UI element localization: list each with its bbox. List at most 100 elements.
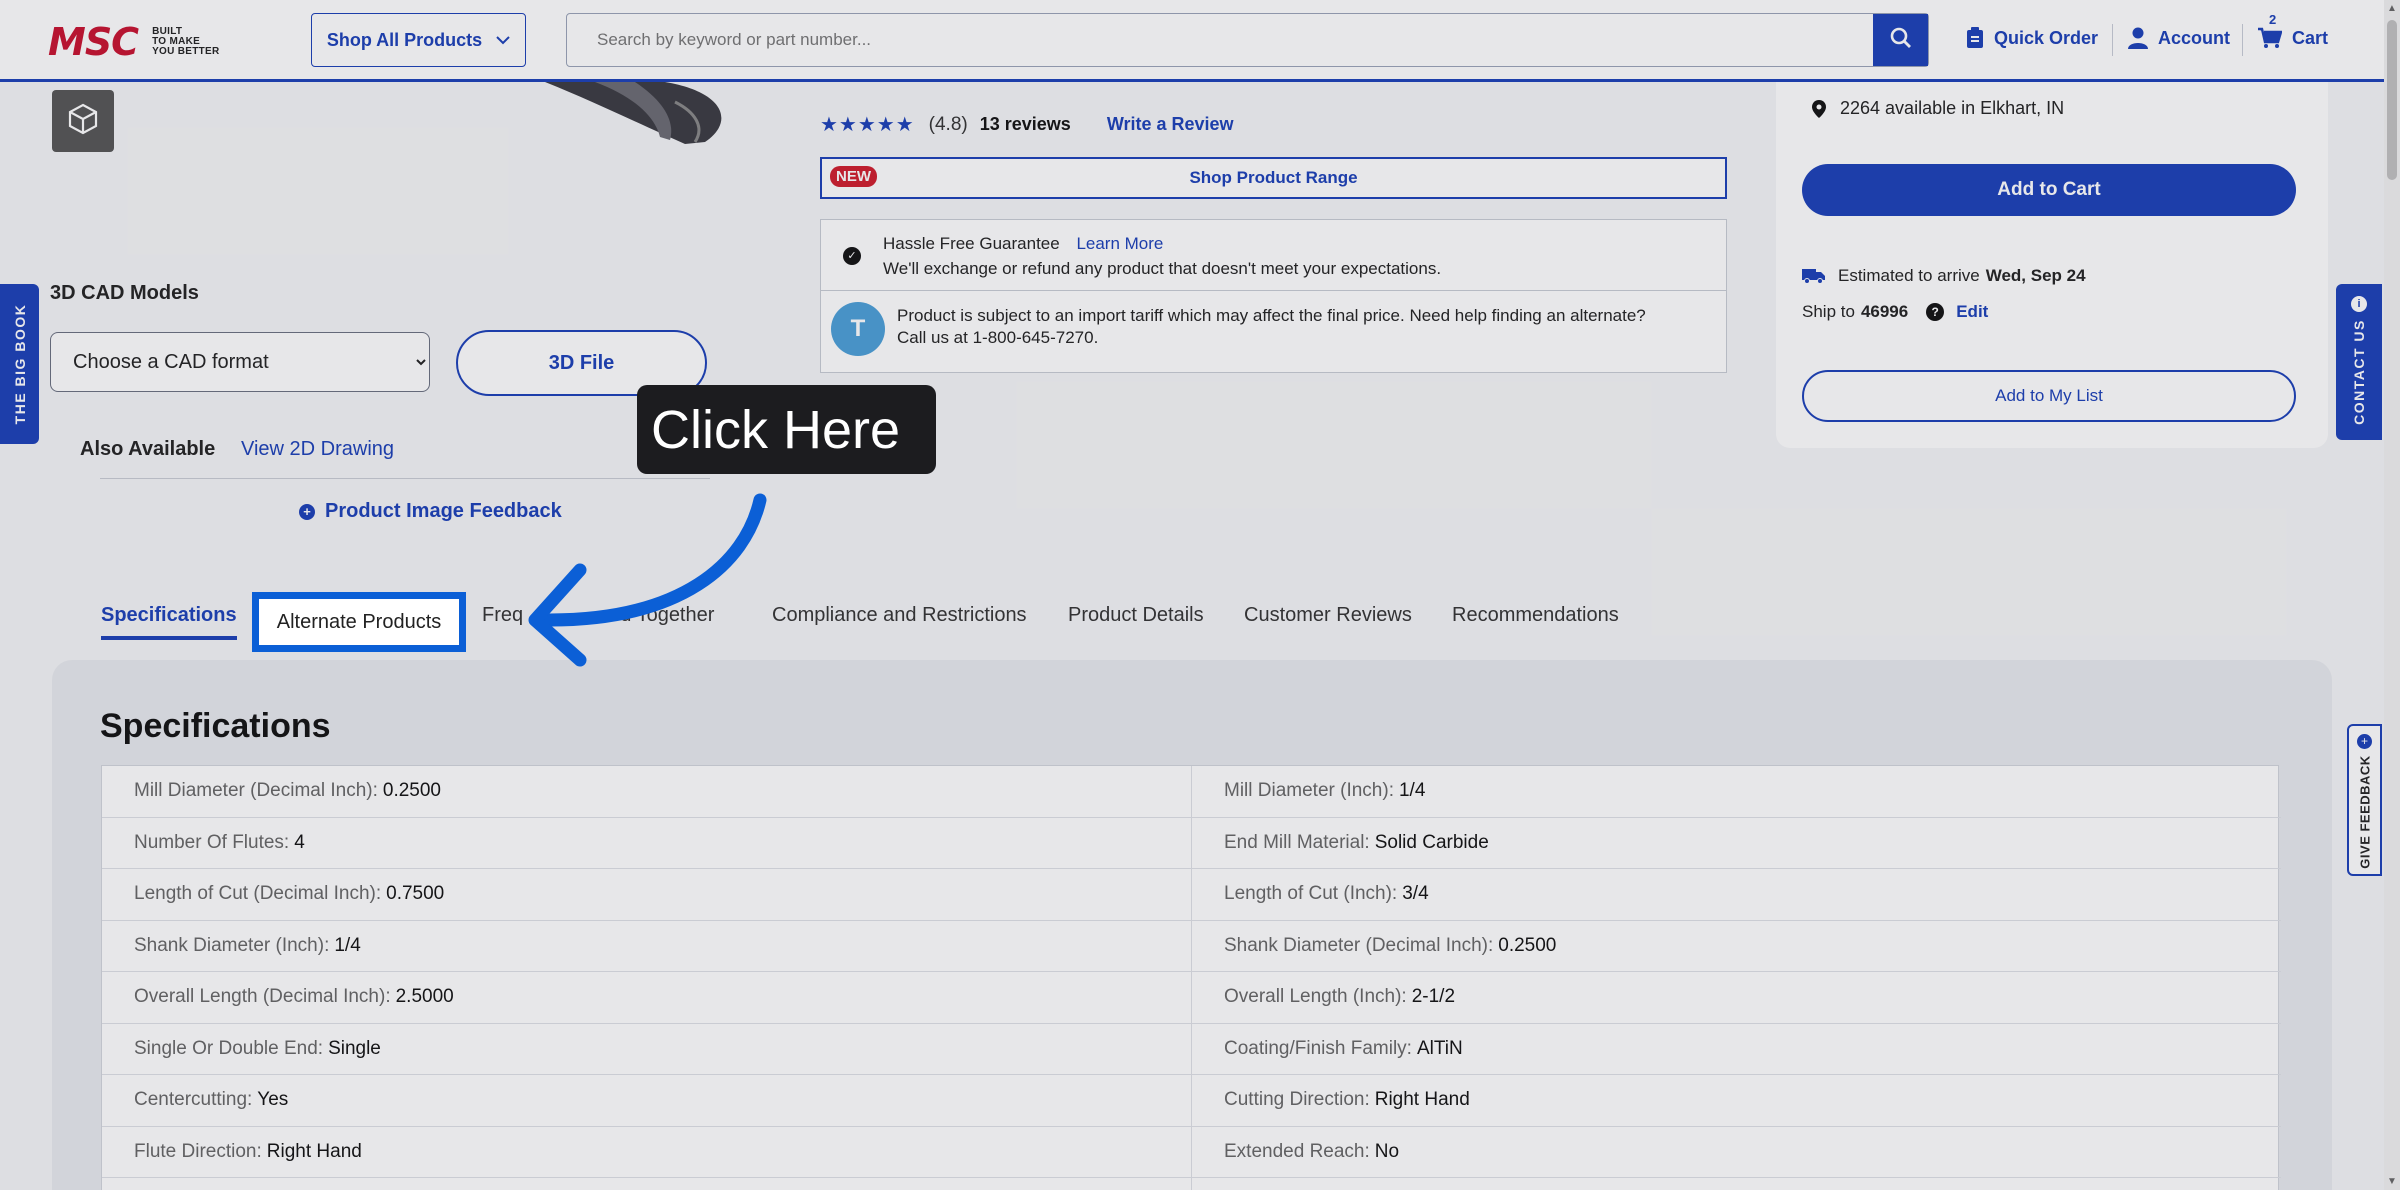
spec-label: End Mill Material: — [1224, 831, 1370, 853]
spec-label: Centercutting: — [134, 1089, 253, 1111]
plus-circle-icon: + — [299, 503, 315, 520]
specifications-table: Mill Diameter (Decimal Inch): 0.2500 Mill … — [101, 765, 2281, 1190]
spec-cell-right: Cutting Direction: Right Hand — [1192, 1075, 2281, 1127]
spec-cell-left: Number Of Flutes: 4 — [102, 818, 1191, 869]
spec-cell-left: Length of Cut (Decimal Inch): 0.7500 — [102, 869, 1191, 921]
guarantee-text: We'll exchange or refund any product tha… — [883, 259, 1442, 278]
spec-label: Length of Cut (Decimal Inch): — [134, 883, 382, 905]
spec-cell-right: Extended Reach: No — [1192, 1127, 2281, 1178]
spec-cell-left: Overall Length (Decimal Inch): 2.5000 — [102, 972, 1191, 1024]
spec-value: 0.2500 — [1498, 934, 1557, 956]
spec-label: Overall Length (Inch): — [1224, 986, 1407, 1008]
write-review-link[interactable]: Write a Review — [1107, 114, 1234, 135]
cube-icon — [67, 103, 99, 140]
spec-label: Mill Diameter (Decimal Inch): — [134, 780, 378, 802]
give-feedback-label: GIVE FEEDBACK — [2357, 755, 2372, 869]
spec-label: Shank Diameter (Inch): — [134, 934, 330, 956]
spec-label: Number Of Flutes: — [134, 831, 290, 853]
spec-label: Shank Diameter (Decimal Inch): — [1224, 934, 1494, 956]
spec-cell-left: Mill Diameter (Decimal Inch): 0.2500 — [102, 766, 1191, 818]
cart-count-badge: 2 — [2269, 12, 2277, 27]
spec-label: Length of Cut (Inch): — [1224, 883, 1398, 905]
header-divider — [2112, 24, 2113, 56]
ship-prefix: Ship to — [1802, 302, 1855, 321]
give-feedback-tab[interactable]: + GIVE FEEDBACK — [2347, 724, 2382, 876]
account-label: Account — [2158, 27, 2230, 48]
tariff-text-line-2: Call us at 1-800-645-7270. — [897, 328, 1099, 347]
spec-value: No — [1374, 1140, 1400, 1162]
spec-cell-right: End Mill Material: Solid Carbide — [1192, 818, 2281, 869]
add-to-cart-button[interactable]: Add to Cart — [1802, 164, 2296, 216]
cart-link[interactable]: Cart — [2258, 27, 2328, 49]
tab-customer-reviews[interactable]: Customer Reviews — [1244, 604, 1412, 627]
spec-value: 2-1/2 — [1411, 986, 1456, 1008]
cart-label: Cart — [2292, 27, 2329, 48]
chevron-down-icon — [496, 32, 510, 48]
3d-view-button[interactable] — [52, 90, 114, 152]
spec-label: Flute Direction: — [134, 1140, 262, 1162]
spec-cell-right: Overall Length (Inch): 2-1/2 — [1192, 972, 2281, 1024]
rating-summary: ★★★★★ (4.8) 13 reviews Write a Review — [820, 112, 1234, 137]
add-to-my-list-button[interactable]: Add to My List — [1802, 370, 2296, 422]
help-icon[interactable]: ? — [1926, 303, 1945, 321]
click-here-callout: Click Here — [637, 385, 936, 474]
tariff-notice: Product is subject to an import tariff w… — [897, 305, 1697, 349]
search-input[interactable] — [567, 14, 1875, 66]
shop-all-products-button[interactable]: Shop All Products — [311, 13, 526, 67]
tab-specifications[interactable]: Specifications — [101, 604, 237, 640]
big-book-tab[interactable]: THE BIG BOOK — [0, 284, 39, 444]
guarantee-tariff-box: ✓ Hassle Free Guarantee Learn More We'll… — [820, 219, 1727, 373]
spec-value: Yes — [257, 1089, 289, 1111]
availability-text: 2264 available in Elkhart, IN — [1840, 98, 2065, 118]
msc-logo[interactable]: MSC BUILT TO MAKE YOU BETTER — [48, 20, 220, 64]
spec-value: 1/4 — [1398, 780, 1426, 802]
tutorial-arrow-icon — [528, 493, 767, 667]
cad-format-select[interactable]: Choose a CAD format — [50, 332, 430, 392]
cart-icon — [2258, 27, 2282, 49]
spec-label: Extended Reach: — [1224, 1140, 1370, 1162]
tab-recommendations[interactable]: Recommendations — [1452, 604, 1619, 627]
spec-cell-left: Flute Direction: Right Hand — [102, 1127, 1191, 1178]
truck-icon — [1802, 268, 1826, 284]
account-link[interactable]: Account — [2128, 27, 2230, 49]
spec-value: AlTiN — [1416, 1037, 1463, 1059]
tab-compliance[interactable]: Compliance and Restrictions — [772, 604, 1027, 627]
spec-value: 2.5000 — [395, 986, 454, 1008]
page-scrollbar[interactable]: ▲ ▼ — [2384, 0, 2400, 1190]
contact-us-label: CONTACT US — [2351, 319, 2367, 425]
spec-value: 0.7500 — [386, 883, 445, 905]
spec-label: Single Or Double End: — [134, 1037, 324, 1059]
learn-more-link[interactable]: Learn More — [1076, 234, 1163, 253]
spec-cell-left: Single Or Double End: Single — [102, 1024, 1191, 1075]
review-count-link[interactable]: 13 reviews — [980, 114, 1071, 135]
guarantee-row: ✓ Hassle Free Guarantee Learn More We'll… — [821, 220, 1726, 291]
quick-order-label: Quick Order — [1994, 27, 2099, 48]
site-header: MSC BUILT TO MAKE YOU BETTER Shop All Pr… — [0, 0, 2400, 82]
contact-us-tab[interactable]: i CONTACT US — [2336, 284, 2382, 440]
scroll-up-arrow-icon[interactable]: ▲ — [2387, 3, 2397, 14]
estimate-date: Wed, Sep 24 — [1985, 266, 2086, 285]
guarantee-title-line: Hassle Free Guarantee Learn More — [883, 234, 1163, 254]
spec-cell-right: Shank Diameter (Decimal Inch): 0.2500 — [1192, 921, 2281, 972]
spec-cell-right: Length of Cut (Inch): 3/4 — [1192, 869, 2281, 921]
quick-order-link[interactable]: Quick Order — [1966, 27, 2098, 49]
view-2d-drawing-link[interactable]: View 2D Drawing — [241, 438, 394, 461]
tagline-line-3: YOU BETTER — [152, 46, 220, 57]
cad-models-heading: 3D CAD Models — [50, 282, 199, 304]
spec-value: 3/4 — [1402, 883, 1429, 905]
scroll-down-arrow-icon[interactable]: ▼ — [2387, 1176, 2397, 1187]
tab-product-details[interactable]: Product Details — [1068, 604, 1204, 627]
shop-product-range-button[interactable]: NEW Shop Product Range — [820, 157, 1727, 199]
search-button[interactable] — [1873, 14, 1928, 66]
new-badge: NEW — [830, 166, 877, 187]
guarantee-title: Hassle Free Guarantee — [883, 234, 1060, 253]
tab-alternate-products[interactable]: Alternate Products — [252, 592, 466, 652]
scrollbar-thumb[interactable] — [2387, 20, 2397, 180]
spec-label: Overall Length (Decimal Inch): — [134, 986, 391, 1008]
ship-zip: 46996 — [1860, 302, 1909, 321]
spec-value: Single — [328, 1037, 381, 1059]
clipboard-icon — [1966, 27, 1984, 49]
spec-cell-left: Shank Diameter (Inch): 1/4 — [102, 921, 1191, 972]
edit-zip-link[interactable]: Edit — [1956, 302, 1988, 322]
tariff-icon: T — [831, 302, 885, 356]
